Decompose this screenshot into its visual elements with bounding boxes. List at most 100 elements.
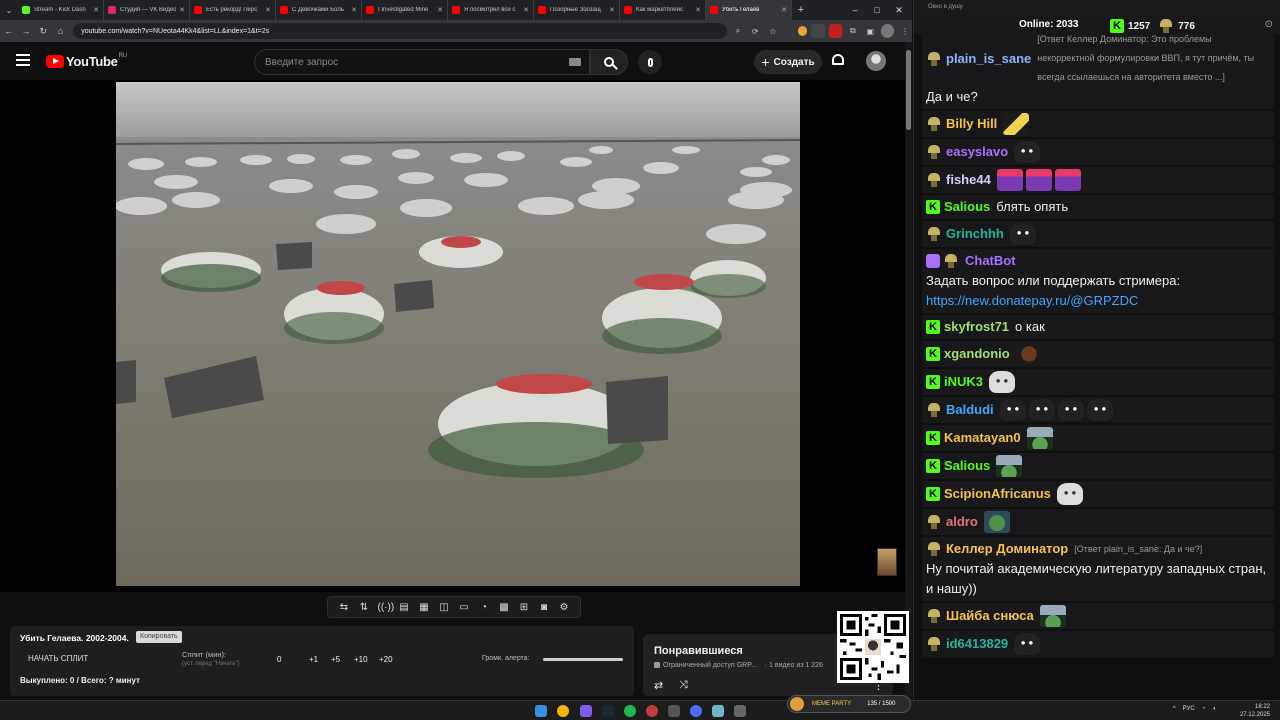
extension-icon[interactable] <box>811 24 825 38</box>
bookmark-star-icon[interactable]: ☆ <box>766 24 779 38</box>
loop-playlist-icon[interactable]: ⇄ <box>654 679 668 692</box>
gear-icon[interactable]: ⚙ <box>558 602 571 613</box>
new-tab-button[interactable]: + <box>792 4 810 16</box>
tab-close-icon[interactable]: ✕ <box>179 6 185 14</box>
settings-video-icon[interactable]: ▤ <box>398 602 411 613</box>
tab-close-icon[interactable]: ✕ <box>523 6 529 14</box>
chat-username[interactable]: xgandonio <box>944 344 1010 364</box>
chat-username[interactable]: Billy Hill <box>946 114 997 134</box>
create-button[interactable]: + Создать <box>754 50 822 74</box>
chat-username[interactable]: skyfrost71 <box>944 317 1009 337</box>
extensions-puzzle-icon[interactable]: ⧉ <box>846 24 859 38</box>
app-icon[interactable] <box>580 705 592 717</box>
chat-username[interactable]: Salious <box>944 197 990 217</box>
language-indicator[interactable]: РУС <box>1183 706 1195 712</box>
tab-close-icon[interactable]: ✕ <box>265 6 271 14</box>
profile-icon[interactable] <box>881 24 895 38</box>
chat-username[interactable]: Kamatayan0 <box>944 428 1021 448</box>
split-add-5[interactable]: +5 <box>331 655 340 664</box>
menu-dots-icon[interactable]: ⋮ <box>898 24 911 38</box>
chat-username[interactable]: iNUK3 <box>944 372 983 392</box>
home-icon[interactable]: ⌂ <box>52 20 69 42</box>
minimize-icon[interactable]: – <box>844 0 866 20</box>
app-icon[interactable] <box>668 705 680 717</box>
playlist-title[interactable]: Понравившиеся <box>654 645 743 657</box>
chat-username[interactable]: Шайба снюса <box>946 606 1034 626</box>
tab-close-icon[interactable]: ✕ <box>781 6 787 14</box>
camera-icon[interactable]: ◙ <box>538 602 551 613</box>
search-input[interactable]: Введите запрос <box>254 49 590 75</box>
voice-search-button[interactable] <box>638 50 662 74</box>
tab-search-icon[interactable]: ⌄ <box>0 0 18 20</box>
tab-close-icon[interactable]: ✕ <box>609 6 615 14</box>
meme-party-widget[interactable]: MEME PARTY 135 / 1500 <box>787 695 911 713</box>
translate-icon[interactable]: ⟳ <box>749 24 762 38</box>
app-icon[interactable] <box>646 705 658 717</box>
dashboard-icon[interactable]: ▩ <box>498 602 511 613</box>
network-icon[interactable]: ◔ <box>1202 706 1206 712</box>
steam-icon[interactable] <box>602 705 614 717</box>
chat-username[interactable]: aldro <box>946 512 978 532</box>
browser-tab[interactable]: Как маркетплейс ✕ <box>620 0 706 20</box>
avatar[interactable] <box>866 51 886 71</box>
split-view-icon[interactable]: ▣ <box>864 24 877 38</box>
picture-in-picture-icon[interactable]: ◫ <box>438 602 451 613</box>
keyboard-icon[interactable] <box>569 58 581 66</box>
split-value-0[interactable]: 0 <box>277 655 281 664</box>
chat-settings-icon[interactable]: ⊙ <box>1265 19 1273 30</box>
chat-username[interactable]: plain_is_sane <box>946 49 1031 69</box>
windows-start-icon[interactable] <box>535 705 547 717</box>
chat-username[interactable]: ScipionAfricanus <box>944 484 1051 504</box>
broadcast-icon[interactable]: ((·)) <box>378 602 395 613</box>
alert-volume-slider[interactable] <box>543 658 623 661</box>
chat-username[interactable]: Baldudi <box>946 400 994 420</box>
close-icon[interactable]: ✕ <box>888 0 910 20</box>
extension-icon[interactable] <box>797 26 808 36</box>
app-icon[interactable] <box>712 705 724 717</box>
page-scrollbar[interactable] <box>905 42 912 700</box>
tray-up-icon[interactable]: ^ <box>1173 706 1176 712</box>
chat-username[interactable]: ChatBot <box>965 251 1016 271</box>
browser-tab[interactable]: Есть рекорд! Перс ✕ <box>190 0 276 20</box>
chat-username[interactable]: fishe44 <box>946 170 991 190</box>
chat-username[interactable]: id6413829 <box>946 634 1008 654</box>
maximize-icon[interactable]: □ <box>866 0 888 20</box>
app-icon[interactable] <box>690 705 702 717</box>
film-icon[interactable]: ▦ <box>418 602 431 613</box>
scrollbar-thumb[interactable] <box>906 50 911 130</box>
shuffle-icon[interactable]: ⤨ <box>679 679 693 692</box>
thumbnail-overlay[interactable] <box>877 548 897 576</box>
browser-tab[interactable]: Убить Гелаев ✕ <box>706 0 792 20</box>
youtube-logo[interactable]: YouTube RU <box>46 53 127 69</box>
tab-close-icon[interactable]: ✕ <box>351 6 357 14</box>
app-icon[interactable] <box>734 705 746 717</box>
add-icon[interactable]: ⊞ <box>518 602 531 613</box>
split-add-20[interactable]: +20 <box>379 655 393 664</box>
browser-tab[interactable]: Позорные Зоозащ ✕ <box>534 0 620 20</box>
browser-tab[interactable]: С Девочками Боль ✕ <box>276 0 362 20</box>
speed-icon[interactable]: ◔ <box>478 602 491 613</box>
browser-tab[interactable]: I Investigated Mine ✕ <box>362 0 448 20</box>
reload-icon[interactable]: ↻ <box>35 20 52 42</box>
split-add-10[interactable]: +10 <box>354 655 368 664</box>
split-add-1[interactable]: +1 <box>309 655 318 664</box>
chat-username[interactable]: Grinchhh <box>946 224 1004 244</box>
tab-close-icon[interactable]: ✕ <box>437 6 443 14</box>
loop-icon[interactable]: ⇆ <box>338 602 351 613</box>
search-button[interactable] <box>590 49 628 75</box>
video-frame[interactable] <box>116 82 800 586</box>
tab-close-icon[interactable]: ✕ <box>93 6 99 14</box>
copy-button[interactable]: Копировать <box>136 631 182 643</box>
chat-username[interactable]: Келлер Доминатор <box>946 539 1068 559</box>
notifications-button[interactable] <box>832 54 846 68</box>
back-icon[interactable]: ← <box>0 20 17 42</box>
clock[interactable]: 18:22 27.12.2025 <box>1240 703 1270 719</box>
donate-link[interactable]: https://new.donatepay.ru/@GRPZDC <box>926 291 1138 311</box>
volume-icon[interactable]: ◖ <box>1212 706 1216 712</box>
chrome-icon[interactable] <box>557 705 569 717</box>
browser-tab[interactable]: Студия — VK Видео ✕ <box>104 0 190 20</box>
browser-tab[interactable]: Stream - Kick Dash ✕ <box>18 0 104 20</box>
sort-icon[interactable]: ⇅ <box>358 602 371 613</box>
extension-icon[interactable] <box>828 24 843 38</box>
chat-username[interactable]: Salious <box>944 456 990 476</box>
